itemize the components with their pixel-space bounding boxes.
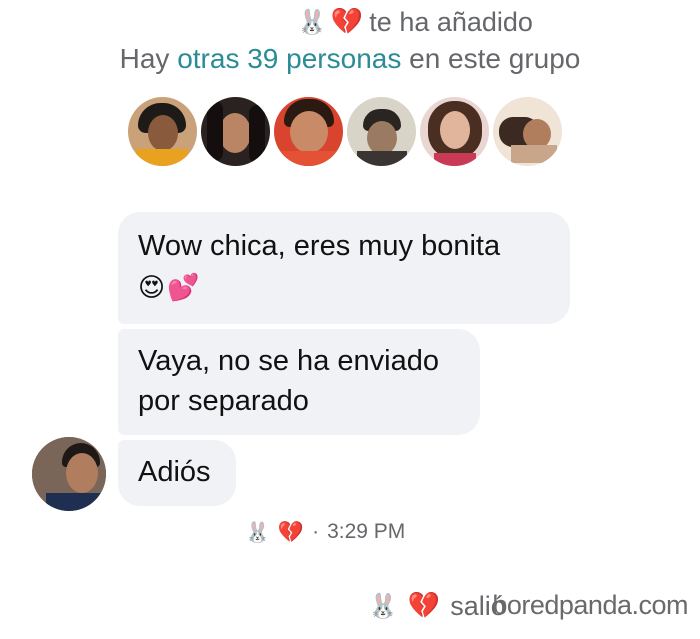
bunny-icon: 🐰 xyxy=(297,8,327,36)
broken-heart-icon: 💔 xyxy=(277,519,305,544)
member-avatar[interactable] xyxy=(201,97,270,166)
group-suffix: en este grupo xyxy=(409,43,581,74)
message-text: Wow chica, eres muy bonita xyxy=(138,230,501,262)
message-text: Adiós xyxy=(138,456,211,488)
message-text: por separado xyxy=(138,385,309,417)
emoji-reaction: 😍💕 xyxy=(138,273,202,303)
message-bubble[interactable]: Vaya, no se ha enviado por separado xyxy=(118,329,480,435)
message-bubble[interactable]: Adiós xyxy=(118,440,236,506)
group-prefix: Hay xyxy=(119,43,170,74)
bunny-icon: 🐰 xyxy=(368,592,398,620)
message-text: Vaya, no se ha enviado xyxy=(138,345,439,377)
bunny-icon: 🐰 xyxy=(245,520,270,544)
watermark: boredpanda.com xyxy=(492,590,688,620)
member-avatars xyxy=(128,97,562,166)
member-avatar[interactable] xyxy=(128,97,197,166)
broken-heart-icon: 💔 xyxy=(407,591,441,621)
member-avatar[interactable] xyxy=(420,97,489,166)
sender-icon-pair: 🐰 💔 xyxy=(297,8,363,36)
left-notice: 🐰 💔 salió xyxy=(368,586,506,626)
member-avatar[interactable] xyxy=(493,97,562,166)
member-avatar[interactable] xyxy=(274,97,343,166)
group-members-notice: Hay otras 39 personas en este grupo xyxy=(0,43,700,75)
added-notice: 🐰 💔 te ha añadido xyxy=(0,4,700,40)
added-text: te ha añadido xyxy=(369,6,533,37)
timestamp: 3:29 PM xyxy=(327,520,406,543)
timestamp-row: 🐰 💔 · 3:29 PM xyxy=(245,514,405,550)
sender-avatar[interactable] xyxy=(32,437,106,511)
group-members-link[interactable]: otras 39 personas xyxy=(177,43,401,74)
time-separator: · xyxy=(312,520,320,543)
message-bubble[interactable]: Wow chica, eres muy bonita 😍💕 xyxy=(118,212,570,324)
member-avatar[interactable] xyxy=(347,97,416,166)
broken-heart-icon: 💔 xyxy=(330,7,364,37)
